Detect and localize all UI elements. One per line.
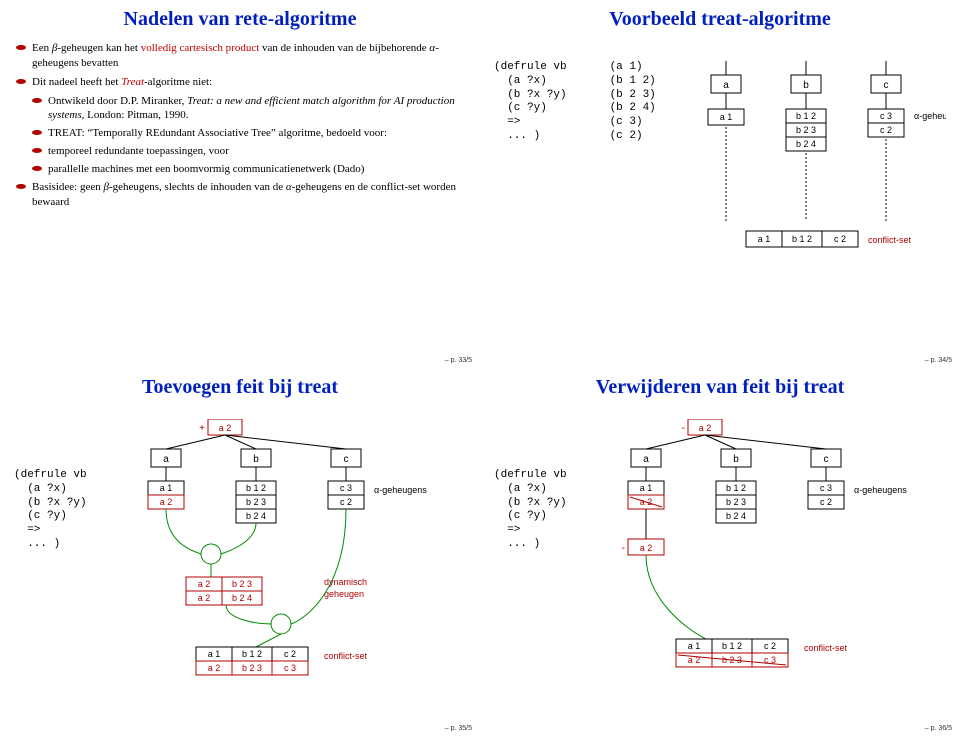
bullet-item: temporeel redundante toepassingen, voor <box>14 144 466 159</box>
facts-list: (a 1) (b 1 2) (b 2 3) (b 2 4) (c 3) (c 2… <box>610 61 678 286</box>
svg-text:a 2: a 2 <box>640 543 653 553</box>
slide-treat-delete: Verwijderen van feit bij treat (defrule … <box>480 368 960 736</box>
page-number: – p. 34/5 <box>925 357 952 364</box>
svg-text:b 1 2: b 1 2 <box>792 234 812 244</box>
slide-treat-example: Voorbeeld treat-algoritme (defrule vb (a… <box>480 0 960 368</box>
svg-text:b 1 2: b 1 2 <box>796 111 816 121</box>
svg-text:c 2: c 2 <box>764 641 776 651</box>
rule-code: (defrule vb (a ?x) (b ?x ?y) (c ?y) => .… <box>494 469 598 704</box>
treat-diagram: a b c a 1 b 1 2 b 2 3 b 2 4 <box>686 61 946 286</box>
svg-text:a 2: a 2 <box>219 423 232 433</box>
svg-text:b 1 2: b 1 2 <box>246 483 266 493</box>
svg-text:α-geheugens: α-geheugens <box>374 485 427 495</box>
svg-text:b 2 3: b 2 3 <box>726 497 746 507</box>
svg-text:a 1: a 1 <box>640 483 653 493</box>
svg-text:b 2 3: b 2 3 <box>232 579 252 589</box>
svg-text:b 2 3: b 2 3 <box>246 497 266 507</box>
svg-text:b 1 2: b 1 2 <box>242 649 262 659</box>
treat-delete-diagram: - a 2 a b c a 1 a 2 <box>606 419 946 704</box>
svg-text:c 2: c 2 <box>820 497 832 507</box>
bullet-item: Basisidee: geen β-geheugens, slechts de … <box>14 180 466 210</box>
page-number: – p. 36/5 <box>925 725 952 732</box>
treat-add-diagram: + a 2 a b c a 1 a 2 <box>126 419 466 704</box>
svg-text:c: c <box>884 80 889 91</box>
svg-text:b 2 4: b 2 4 <box>796 139 816 149</box>
slide-title: Nadelen van rete-algoritme <box>14 8 466 31</box>
svg-text:a 1: a 1 <box>688 641 701 651</box>
svg-text:b: b <box>733 454 739 465</box>
svg-text:a 1: a 1 <box>208 649 221 659</box>
bullet-item: Een β-geheugen kan het volledig cartesis… <box>14 41 466 71</box>
svg-text:α-geheugens: α-geheugens <box>914 111 946 121</box>
svg-text:conflict-set: conflict-set <box>324 651 368 661</box>
svg-text:b 1 2: b 1 2 <box>722 641 742 651</box>
slide-treat-add: Toevoegen feit bij treat (defrule vb (a … <box>0 368 480 736</box>
svg-text:c 3: c 3 <box>284 663 296 673</box>
svg-text:b 2 3: b 2 3 <box>796 125 816 135</box>
svg-text:a: a <box>163 454 169 465</box>
svg-text:c 3: c 3 <box>340 483 352 493</box>
rule-code: (defrule vb (a ?x) (b ?x ?y) (c ?y) => .… <box>494 61 602 286</box>
svg-text:a 1: a 1 <box>720 112 733 122</box>
svg-text:a: a <box>643 454 649 465</box>
svg-text:a 2: a 2 <box>699 423 712 433</box>
svg-text:-: - <box>622 543 625 554</box>
svg-text:c: c <box>344 454 349 465</box>
svg-text:b 2 4: b 2 4 <box>726 511 746 521</box>
bullet-item: Dit nadeel heeft het Treat-algoritme nie… <box>14 75 466 90</box>
svg-text:b 2 4: b 2 4 <box>232 593 252 603</box>
svg-text:α-geheugens: α-geheugens <box>854 485 907 495</box>
svg-text:a 2: a 2 <box>198 593 211 603</box>
svg-text:+: + <box>199 423 205 434</box>
slide-rete-drawbacks: Nadelen van rete-algoritme Een β-geheuge… <box>0 0 480 368</box>
svg-text:c 2: c 2 <box>284 649 296 659</box>
slide-title: Toevoegen feit bij treat <box>14 376 466 399</box>
svg-text:b 1 2: b 1 2 <box>726 483 746 493</box>
svg-text:c 2: c 2 <box>834 234 846 244</box>
svg-text:a 1: a 1 <box>758 234 771 244</box>
svg-text:c 2: c 2 <box>340 497 352 507</box>
slide-title: Verwijderen van feit bij treat <box>494 376 946 399</box>
svg-text:dynamisch: dynamisch <box>324 577 367 587</box>
svg-text:a 1: a 1 <box>160 483 173 493</box>
svg-text:-: - <box>682 423 685 434</box>
svg-text:b 2 3: b 2 3 <box>242 663 262 673</box>
svg-text:conflict-set: conflict-set <box>868 235 912 245</box>
bullet-list: Een β-geheugen kan het volledig cartesis… <box>14 41 466 209</box>
svg-text:b 2 4: b 2 4 <box>246 511 266 521</box>
rule-code: (defrule vb (a ?x) (b ?x ?y) (c ?y) => .… <box>14 469 118 704</box>
bullet-item: Ontwikeld door D.P. Miranker, Treat: a n… <box>14 94 466 124</box>
svg-text:c: c <box>824 454 829 465</box>
svg-text:a 2: a 2 <box>208 663 221 673</box>
svg-text:a 2: a 2 <box>160 497 173 507</box>
svg-text:a 2: a 2 <box>198 579 211 589</box>
bullet-item: parallelle machines met een boomvormig c… <box>14 162 466 177</box>
page-number: – p. 35/5 <box>445 725 472 732</box>
page-number: – p. 33/5 <box>445 357 472 364</box>
svg-text:conflict-set: conflict-set <box>804 643 848 653</box>
bullet-item: TREAT: “Temporally REdundant Associative… <box>14 126 466 141</box>
slide-title: Voorbeeld treat-algoritme <box>494 8 946 31</box>
svg-text:b: b <box>803 80 809 91</box>
svg-text:c 3: c 3 <box>880 111 892 121</box>
svg-text:c 2: c 2 <box>880 125 892 135</box>
svg-text:geheugen: geheugen <box>324 589 364 599</box>
svg-text:b: b <box>253 454 259 465</box>
svg-text:c 3: c 3 <box>820 483 832 493</box>
svg-text:a: a <box>723 80 729 91</box>
